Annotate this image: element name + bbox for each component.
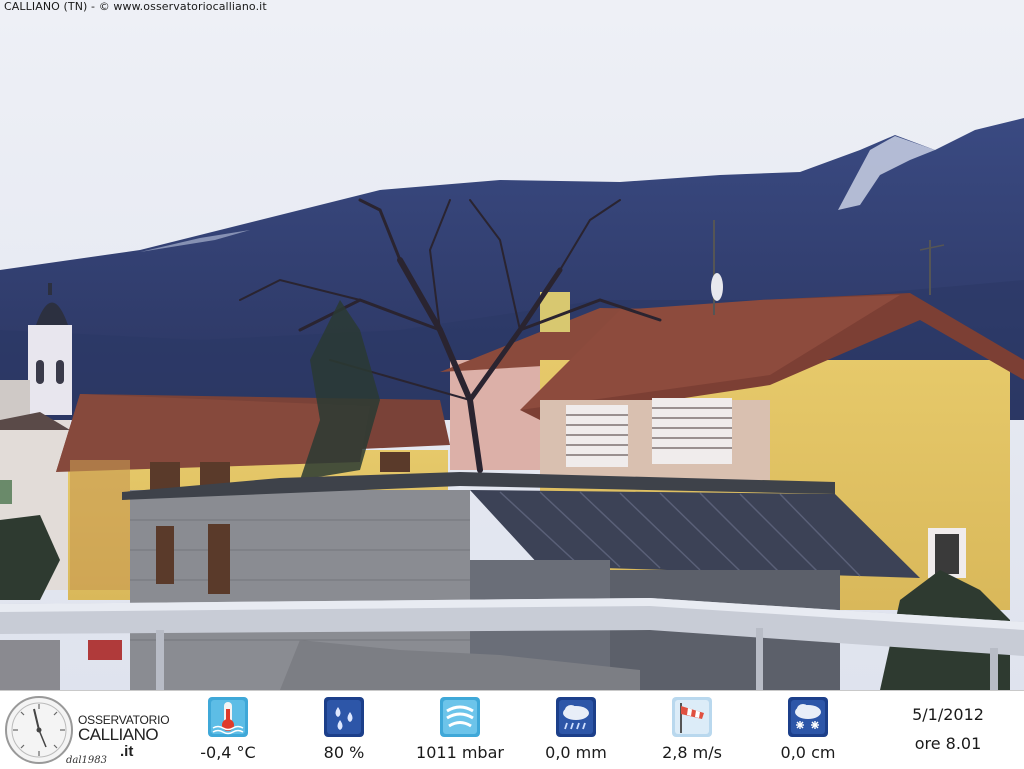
snow-value: 0,0 cm [780, 743, 836, 762]
caption-text: CALLIANO (TN) - © www.osservatoriocallia… [4, 0, 267, 13]
rain-cloud-icon [556, 697, 596, 737]
weather-bar: OSSERVATORIO CALLIANO .it dal1983 -0,4 °… [0, 690, 1024, 769]
time-text: ore 8.01 [914, 734, 982, 753]
humidity-value: 80 % [323, 743, 365, 762]
logo-line-4: dal1983 [66, 755, 108, 766]
datetime: 5/1/2012 ore 8.01 [880, 691, 1016, 769]
clock-icon [5, 696, 73, 764]
stat-temperature: -0,4 °C [170, 691, 286, 769]
pressure-value: 1011 mbar [416, 743, 504, 762]
logo-line-2: CALLIANO [78, 725, 159, 744]
webcam-image: CALLIANO (TN) - © www.osservatoriocallia… [0, 0, 1024, 690]
thermometer-icon [208, 697, 248, 737]
windsock-icon [672, 697, 712, 737]
water-drops-icon [324, 697, 364, 737]
pressure-wind-icon [440, 697, 480, 737]
wind-value: 2,8 m/s [662, 743, 722, 762]
date-text: 5/1/2012 [912, 705, 984, 724]
logo-line-3: .it [120, 743, 134, 760]
rain-value: 0,0 mm [545, 743, 607, 762]
stat-rain: 0,0 mm [518, 691, 634, 769]
observatory-logo[interactable]: OSSERVATORIO CALLIANO .it dal1983 [4, 693, 170, 767]
snow-cloud-icon [788, 697, 828, 737]
stat-snow: 0,0 cm [750, 691, 866, 769]
stat-wind: 2,8 m/s [634, 691, 750, 769]
temperature-value: -0,4 °C [200, 743, 256, 762]
stat-pressure: 1011 mbar [402, 691, 518, 769]
stat-humidity: 80 % [286, 691, 402, 769]
